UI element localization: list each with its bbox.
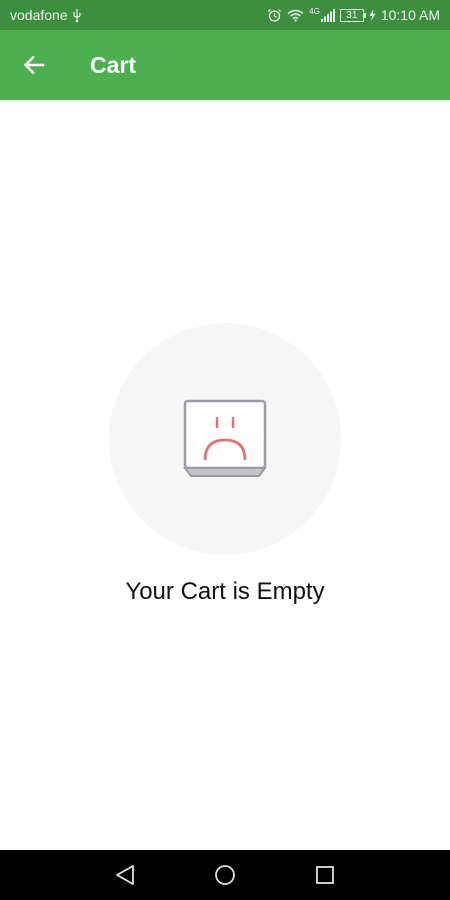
system-navigation-bar — [0, 850, 450, 900]
nav-home-button[interactable] — [210, 860, 240, 890]
status-bar: vodafone 4G 31 10:10 AM — [0, 0, 450, 30]
signal-icon — [320, 8, 335, 22]
clock: 10:10 AM — [380, 7, 440, 23]
carrier-name: vodafone — [10, 7, 68, 23]
empty-cart-illustration — [109, 323, 341, 555]
back-triangle-icon — [116, 865, 134, 885]
app-bar: Cart — [0, 30, 450, 100]
status-right: 4G 31 10:10 AM — [267, 7, 440, 23]
nav-recents-button[interactable] — [310, 860, 340, 890]
alarm-icon — [267, 8, 282, 23]
arrow-left-icon — [23, 55, 45, 75]
back-button[interactable] — [14, 45, 54, 85]
recents-square-icon — [316, 866, 334, 884]
sad-box-icon — [183, 399, 267, 477]
battery-icon: 31 — [339, 8, 366, 22]
page-title: Cart — [90, 51, 137, 78]
battery-level: 31 — [346, 9, 358, 21]
usb-icon — [72, 8, 82, 22]
status-left: vodafone — [10, 7, 82, 23]
wifi-icon — [287, 9, 304, 22]
nav-back-button[interactable] — [110, 860, 140, 890]
network-type: 4G — [309, 6, 320, 16]
charging-icon — [369, 9, 376, 21]
home-circle-icon — [215, 865, 235, 885]
cart-screen: vodafone 4G 31 10:10 AM Cart Your Cart i… — [0, 0, 450, 900]
empty-cart-message: Your Cart is Empty — [125, 578, 325, 605]
